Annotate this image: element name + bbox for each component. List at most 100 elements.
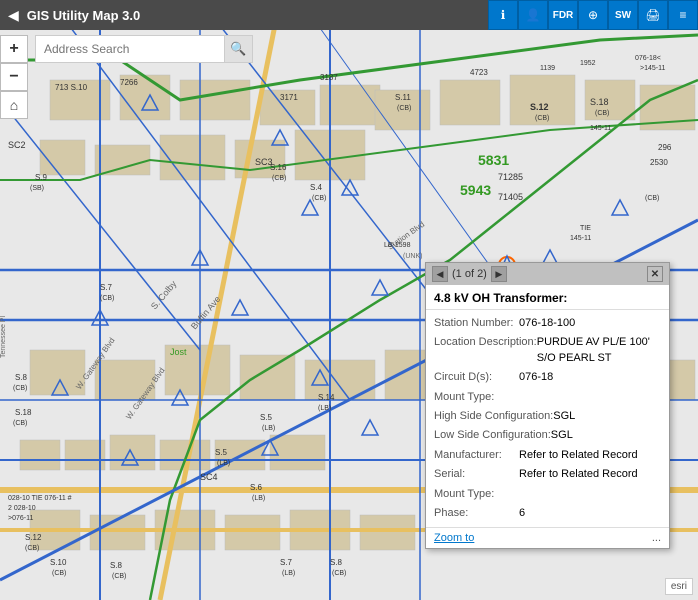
svg-text:(CB): (CB) [52,570,66,577]
svg-text:S.9: S.9 [35,173,48,182]
zoom-in-button[interactable]: + [0,35,28,63]
popup-value-phase: 6 [519,506,661,521]
popup-value-station: 076-18-100 [519,316,661,331]
search-button[interactable]: 🔍 [225,35,253,63]
svg-text:S.5: S.5 [260,413,273,422]
svg-text:S.14: S.14 [318,393,335,402]
popup-value-circuit: 076-18 [519,370,661,385]
info-button[interactable]: ℹ [488,0,518,30]
popup-label-manufacturer: Manufacturer: [434,448,519,463]
toolbar-right: ℹ 👤 FDR ⊕ SW 🖨 ≡ [488,0,698,30]
svg-text:3171: 3171 [280,93,298,102]
popup-field-manufacturer: Manufacturer: Refer to Related Record [434,446,661,465]
svg-text:(CB): (CB) [272,175,286,182]
svg-text:S.12: S.12 [25,533,42,542]
svg-text:S.18: S.18 [15,408,32,417]
popup-label-phase: Phase: [434,506,519,521]
svg-text:SC4: SC4 [200,472,218,482]
app-container: 713 S.10 7266 3171 3187 4723 1139 1952 0… [0,0,698,600]
popup-field-station: Station Number: 076-18-100 [434,314,661,333]
popup-prev-button[interactable]: ◀ [432,266,448,282]
zoom-controls: + − ⌂ [0,35,28,119]
popup-value-mounttype2 [519,487,661,502]
fdr-button[interactable]: FDR [548,0,578,30]
search-icon: 🔍 [230,41,246,57]
svg-text:(CB): (CB) [13,385,27,392]
svg-text:(LB): (LB) [282,570,295,577]
popup-content: Station Number: 076-18-100 Location Desc… [426,310,669,527]
popup-label-highside: High Side Configuration: [434,409,553,424]
svg-text:145-11: 145-11 [570,235,591,242]
svg-text:(CB): (CB) [100,295,114,302]
popup-feature-title: 4.8 kV OH Transformer: [426,285,669,310]
more-button[interactable]: ... [652,532,661,544]
svg-text:(UNK): (UNK) [403,253,422,260]
svg-text:(LB): (LB) [318,405,331,412]
home-button[interactable]: ⌂ [0,91,28,119]
popup-field-phase: Phase: 6 [434,504,661,523]
popup-close-button[interactable]: ✕ [647,266,663,282]
svg-text:S.7: S.7 [100,283,113,292]
svg-text:1139: 1139 [540,65,555,72]
person-button[interactable]: 👤 [518,0,548,30]
popup-titlebar: ◀ (1 of 2) ▶ ✕ [426,263,669,285]
svg-text:SC2: SC2 [8,140,26,150]
svg-text:S.10: S.10 [50,558,67,567]
magnify-button[interactable]: ⊕ [578,0,608,30]
svg-text:7266: 7266 [120,78,138,87]
svg-text:S.8: S.8 [330,558,343,567]
layers-icon: ≡ [679,8,686,22]
svg-text:71405: 71405 [498,192,523,202]
svg-text:S.7: S.7 [280,558,293,567]
popup-value-lowside: SGL [551,428,661,443]
svg-text:145-11: 145-11 [590,125,611,132]
svg-text:S.16: S.16 [270,163,287,172]
svg-text:S.8: S.8 [15,373,28,382]
search-input[interactable] [35,35,225,63]
print-button[interactable]: 🖨 [638,0,668,30]
svg-text:(CB): (CB) [535,115,549,122]
back-button[interactable]: ◀ [0,7,27,24]
svg-text:(SB): (SB) [30,185,44,192]
popup-footer: Zoom to ... [426,527,669,548]
layers-button[interactable]: ≡ [668,0,698,30]
svg-text:5943: 5943 [460,182,491,198]
popup-nav: ◀ (1 of 2) ▶ [432,266,507,282]
fdr-icon: FDR [553,10,574,21]
popup-label-station: Station Number: [434,316,519,331]
svg-text:S.12: S.12 [530,102,549,112]
sw-button[interactable]: SW [608,0,638,30]
popup-field-mounttype1: Mount Type: [434,388,661,407]
svg-text:(CB): (CB) [13,420,27,427]
svg-text:SC3: SC3 [255,157,273,167]
person-icon: 👤 [526,8,541,22]
svg-text:TIE: TIE [580,225,591,232]
info-icon: ℹ [501,8,506,22]
svg-text:Jost: Jost [170,347,187,357]
svg-text:LB-1598: LB-1598 [384,242,411,249]
svg-text:S.4: S.4 [310,183,323,192]
popup-label-circuit: Circuit D(s): [434,370,519,385]
popup-field-serial: Serial: Refer to Related Record [434,465,661,484]
svg-text:S.6: S.6 [250,483,263,492]
popup-next-button[interactable]: ▶ [491,266,507,282]
popup-label-mounttype1: Mount Type: [434,390,519,405]
svg-text:296: 296 [658,143,672,152]
print-icon: 🖨 [645,8,660,22]
popup-label-lowside: Low Side Configuration: [434,428,551,443]
svg-text:(CB): (CB) [397,105,411,112]
svg-text:2 028-10: 2 028-10 [8,505,36,512]
info-popup: ◀ (1 of 2) ▶ ✕ 4.8 kV OH Transformer: St… [425,262,670,549]
popup-field-circuit: Circuit D(s): 076-18 [434,368,661,387]
svg-text:(LB): (LB) [217,460,230,467]
zoom-to-link[interactable]: Zoom to [434,532,474,544]
svg-text:4723: 4723 [470,68,488,77]
popup-value-mounttype1 [519,390,661,405]
svg-text:S.18: S.18 [590,97,609,107]
zoom-out-button[interactable]: − [0,63,28,91]
svg-text:3187: 3187 [320,73,338,82]
popup-value-manufacturer: Refer to Related Record [519,448,661,463]
search-bar: 🔍 [35,35,253,63]
svg-text:(CB): (CB) [595,110,609,117]
svg-text:Tennessee Pl: Tennessee Pl [0,316,7,358]
